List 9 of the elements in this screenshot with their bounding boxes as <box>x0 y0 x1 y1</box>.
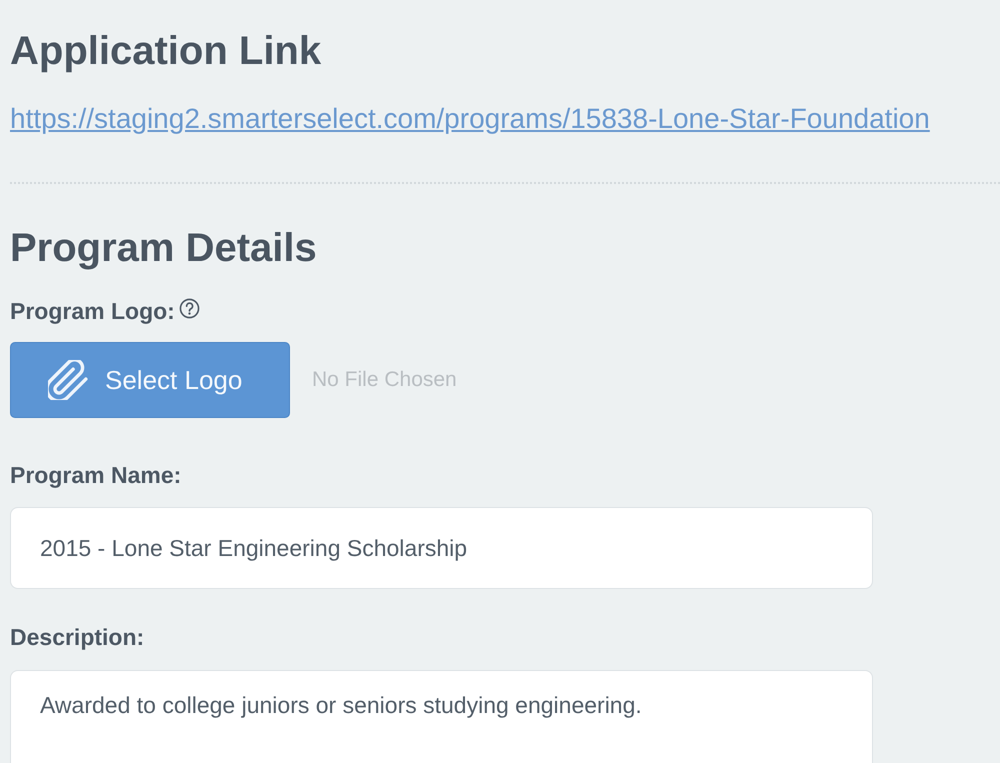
section-heading: Program Details <box>10 225 317 272</box>
field-label: Description: <box>10 623 144 651</box>
program-name-input[interactable]: 2015 - Lone Star Engineering Scholarship <box>10 507 873 589</box>
field-label: Program Name: <box>10 461 182 489</box>
paperclip-icon <box>48 360 88 400</box>
help-icon[interactable] <box>178 298 200 318</box>
field-label: Program Logo: <box>10 297 175 325</box>
description-textarea[interactable]: Awarded to college juniors or seniors studying engineering. <box>10 670 873 763</box>
section-heading: Application Link <box>10 28 322 75</box>
